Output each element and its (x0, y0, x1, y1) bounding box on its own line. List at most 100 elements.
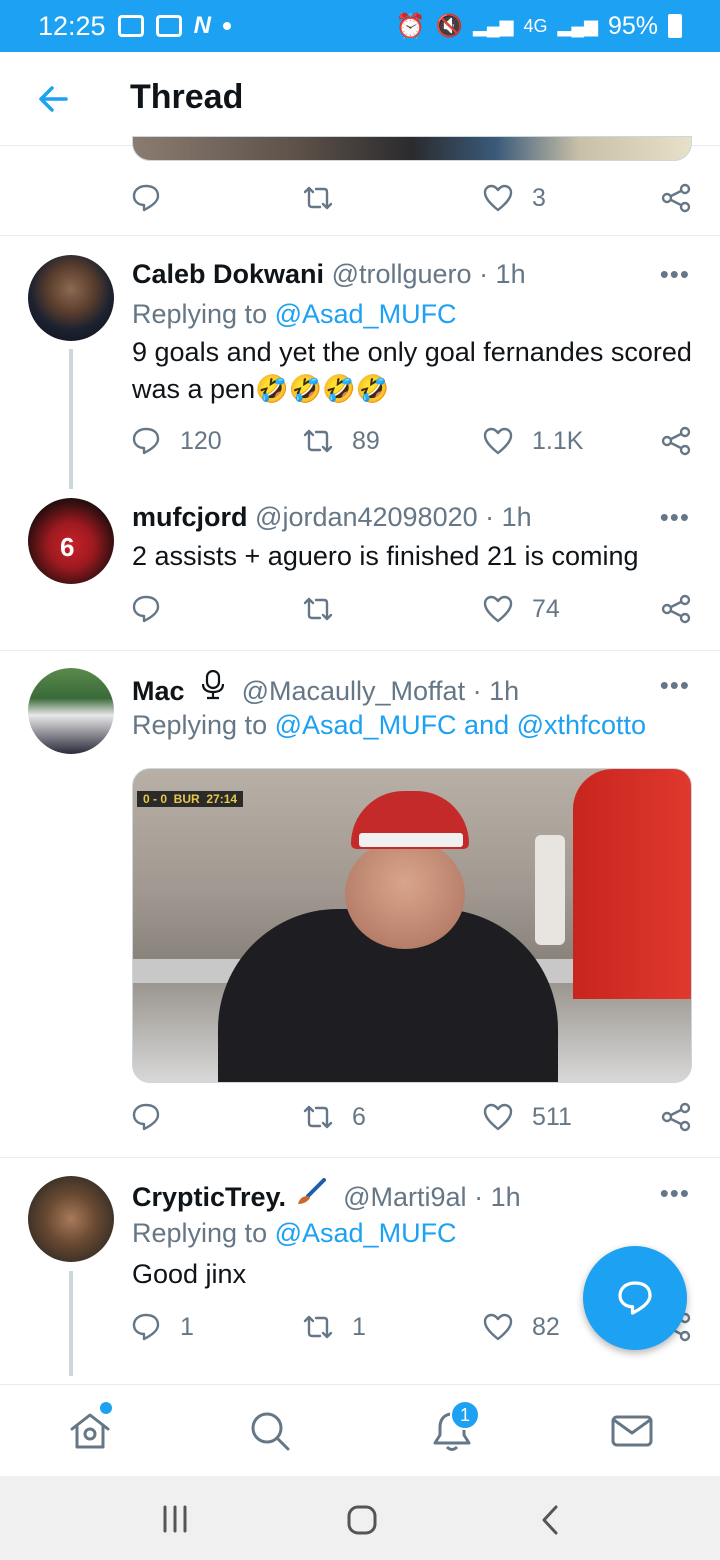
avatar[interactable] (28, 668, 114, 754)
retweet-icon (303, 597, 333, 621)
author-handle[interactable]: @Macaully_Moffat (242, 676, 466, 706)
app-header: Thread (0, 52, 720, 146)
reply-button[interactable] (130, 182, 162, 214)
home-system-icon[interactable] (346, 1504, 378, 1536)
more-options-icon[interactable]: ••• (660, 670, 690, 701)
reply-button[interactable] (130, 593, 162, 625)
reply-button[interactable]: 1 (130, 1311, 194, 1343)
camera-notification-icon (117, 15, 144, 37)
tweet-time: · 1h (485, 502, 532, 532)
share-button[interactable] (660, 182, 692, 214)
alarm-icon: ⏰ (395, 12, 426, 40)
heart-icon (483, 427, 513, 455)
like-button[interactable]: 1.1K (482, 425, 583, 457)
bottle (535, 835, 565, 945)
share-button[interactable] (660, 1101, 692, 1133)
status-bar: 12:25 N ⏰ 🔇 ▂▄▆ 4G ▂▄▆ 95% (0, 0, 720, 52)
retweet-button[interactable]: 6 (302, 1101, 366, 1133)
retweet-count: 89 (352, 426, 380, 455)
retweet-button[interactable]: 1 (302, 1311, 366, 1343)
heart-icon (483, 1313, 513, 1341)
messages-envelope-icon[interactable] (610, 1409, 654, 1453)
back-arrow-icon[interactable] (36, 82, 70, 116)
like-count: 74 (532, 594, 560, 623)
more-options-icon[interactable]: ••• (660, 502, 690, 533)
more-options-icon[interactable]: ••• (660, 1178, 690, 1209)
retweet-icon (303, 186, 333, 210)
retweet-button[interactable] (302, 182, 334, 214)
reply-to-link[interactable]: @Asad_MUFC and @xthfcotto (275, 710, 646, 740)
tweet-media-image[interactable]: 0 - 0 BUR 27:14 (132, 768, 692, 1083)
author-name[interactable]: mufcjord (132, 502, 248, 532)
microphone-icon (201, 669, 225, 707)
cap-front (359, 833, 463, 847)
tweet-text: 9 goals and yet the only goal fernandes … (132, 337, 692, 404)
share-icon (661, 1102, 691, 1132)
share-icon (661, 183, 691, 213)
author-name[interactable]: Mac (132, 676, 185, 706)
author-handle[interactable]: @jordan42098020 (255, 502, 478, 532)
share-icon (661, 426, 691, 456)
retweet-icon (303, 429, 333, 453)
like-button[interactable]: 74 (482, 593, 560, 625)
retweet-button[interactable] (302, 593, 334, 625)
reply-to-link[interactable]: @Asad_MUFC (275, 299, 457, 329)
reply-icon (132, 427, 160, 455)
share-button[interactable] (660, 425, 692, 457)
avatar[interactable]: 6 (28, 498, 114, 584)
reply-button[interactable] (130, 1101, 162, 1133)
person-face (345, 839, 465, 949)
back-system-icon[interactable] (538, 1504, 562, 1536)
home-icon[interactable] (68, 1409, 112, 1453)
reply-icon (132, 184, 160, 212)
signal-icon: ▂▄▆ (473, 15, 514, 36)
replying-to-label: Replying to (132, 710, 268, 740)
heart-icon (483, 184, 513, 212)
heart-icon (483, 595, 513, 623)
tweet[interactable]: 6 mufcjord @jordan42098020 · 1h ••• 2 as… (0, 485, 720, 651)
page-title: Thread (130, 78, 244, 116)
more-options-icon[interactable]: ••• (660, 259, 690, 290)
tweet-time: · 1h (472, 676, 520, 706)
replying-to-label: Replying to (132, 299, 268, 329)
tweet[interactable]: Mac @Macaully_Moffat · 1h ••• Replying t… (0, 651, 720, 1158)
recent-apps-icon[interactable] (158, 1504, 192, 1534)
retweet-button[interactable]: 89 (302, 425, 380, 457)
reply-icon (132, 1103, 160, 1131)
reply-to-link[interactable]: @Asad_MUFC (275, 1218, 457, 1248)
tweet-time: · 1h (479, 259, 526, 289)
reply-count: 1 (180, 1312, 194, 1341)
gallery-notification-icon (155, 15, 182, 37)
red-seat-right (573, 769, 691, 999)
share-button[interactable] (660, 593, 692, 625)
battery-level: 95% (607, 11, 658, 40)
reply-count: 120 (180, 426, 222, 455)
tweet-text: 2 assists + aguero is finished 21 is com… (132, 541, 639, 571)
author-handle[interactable]: @trollguero (332, 259, 472, 289)
avatar[interactable] (28, 255, 114, 341)
author-handle[interactable]: @Marti9al (343, 1182, 466, 1212)
tweet-media-cropped[interactable] (132, 136, 692, 161)
search-icon[interactable] (248, 1409, 292, 1453)
reply-button[interactable]: 120 (130, 425, 222, 457)
like-count: 511 (532, 1102, 572, 1131)
retweet-icon (303, 1315, 333, 1339)
mute-icon: 🔇 (435, 13, 464, 38)
thread-line (69, 349, 73, 489)
like-button[interactable]: 3 (482, 182, 546, 214)
avatar[interactable] (28, 1176, 114, 1262)
author-name[interactable]: CrypticTrey. (132, 1182, 286, 1212)
bottom-tab-bar (0, 1384, 720, 1476)
avatar-jersey-number: 6 (60, 532, 75, 562)
reply-bubble-icon (618, 1281, 652, 1315)
tweet[interactable]: Caleb Dokwani @trollguero · 1h ••• Reply… (0, 237, 720, 489)
heart-icon (483, 1103, 513, 1131)
compose-reply-button[interactable] (583, 1246, 687, 1350)
tweet-partial[interactable]: 3 (0, 136, 720, 236)
more-notifications-icon (222, 22, 231, 30)
author-name[interactable]: Caleb Dokwani (132, 259, 324, 289)
like-button[interactable]: 511 (482, 1101, 572, 1133)
like-button[interactable]: 82 (482, 1311, 560, 1343)
like-count: 82 (532, 1312, 560, 1341)
home-unread-dot (100, 1402, 112, 1414)
